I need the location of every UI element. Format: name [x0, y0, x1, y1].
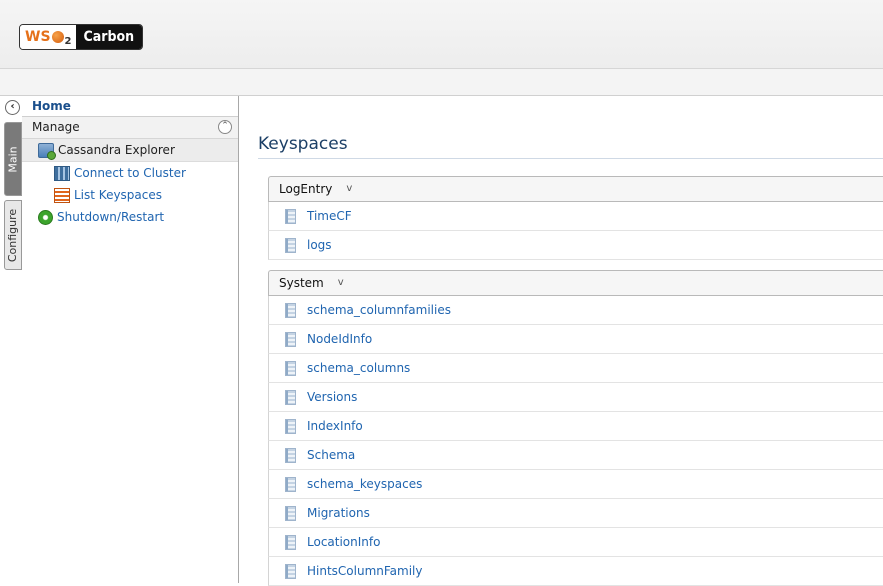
keyspace-header[interactable]: System v	[268, 270, 883, 296]
column-family-row[interactable]: Migrations	[268, 499, 883, 528]
table-icon	[285, 360, 296, 376]
column-family-row[interactable]: IndexInfo	[268, 412, 883, 441]
column-family-link[interactable]: schema_columnfamilies	[307, 303, 451, 317]
sidebar-item-label: Cassandra Explorer	[58, 143, 175, 157]
cassandra-explorer-icon	[38, 142, 56, 160]
sidebar-item-cassandra-explorer[interactable]: Cassandra Explorer	[22, 139, 238, 162]
tab-main[interactable]: Main	[4, 122, 22, 196]
column-family-link[interactable]: NodeIdInfo	[307, 332, 372, 346]
keyspace-name: System	[279, 276, 324, 290]
keyspace-panel: System v schema_columnfamilies NodeIdInf…	[268, 270, 883, 586]
vertical-tabs: ‹ Main Configure	[0, 96, 22, 583]
table-icon	[285, 237, 296, 253]
tab-configure[interactable]: Configure	[4, 200, 22, 270]
list-keyspaces-icon	[54, 187, 70, 203]
sidebar-item-label: List Keyspaces	[74, 188, 163, 202]
table-icon	[285, 505, 296, 521]
table-icon	[285, 331, 296, 347]
column-family-link[interactable]: IndexInfo	[307, 419, 363, 433]
sidebar-section-label: Manage	[32, 120, 80, 134]
table-icon	[285, 476, 296, 492]
table-icon	[285, 447, 296, 463]
column-family-row[interactable]: Versions	[268, 383, 883, 412]
sidebar-item-label: Connect to Cluster	[74, 166, 186, 180]
sidebar: Home Manage ⌃ Cassandra Explorer Connect…	[22, 96, 239, 583]
sidebar-item-connect-to-cluster[interactable]: Connect to Cluster	[22, 162, 238, 184]
shutdown-restart-icon	[38, 209, 53, 225]
column-family-row[interactable]: Schema	[268, 441, 883, 470]
header-strip	[0, 69, 883, 96]
column-family-row[interactable]: logs	[268, 231, 883, 260]
table-icon	[285, 389, 296, 405]
logo-product-name: Carbon	[75, 25, 143, 49]
column-family-link[interactable]: schema_keyspaces	[307, 477, 422, 491]
wso2-carbon-logo[interactable]: WS 2 Carbon	[19, 24, 144, 50]
table-icon	[285, 534, 296, 550]
column-family-link[interactable]: Migrations	[307, 506, 370, 520]
column-family-link[interactable]: Versions	[307, 390, 357, 404]
column-family-link[interactable]: HintsColumnFamily	[307, 564, 423, 578]
connect-cluster-icon	[54, 165, 70, 181]
column-family-link[interactable]: LocationInfo	[307, 535, 380, 549]
column-family-row[interactable]: schema_columnfamilies	[268, 296, 883, 325]
column-family-link[interactable]: Schema	[307, 448, 355, 462]
column-family-link[interactable]: TimeCF	[307, 209, 352, 223]
sidebar-section-manage: Manage ⌃	[22, 117, 238, 139]
table-icon	[285, 208, 296, 224]
keyspace-header[interactable]: LogEntry v	[268, 176, 883, 202]
column-family-row[interactable]: TimeCF	[268, 202, 883, 231]
logo-ball-icon	[51, 31, 64, 43]
page-title: Keyspaces	[258, 134, 883, 159]
tab-main-label: Main	[6, 145, 20, 173]
main-content: Keyspaces LogEntry v TimeCF logs System …	[239, 96, 883, 586]
column-family-link[interactable]: logs	[307, 238, 332, 252]
column-family-link[interactable]: schema_columns	[307, 361, 410, 375]
column-family-row[interactable]: HintsColumnFamily	[268, 557, 883, 586]
column-family-row[interactable]: schema_columns	[268, 354, 883, 383]
table-icon	[285, 302, 296, 318]
sidebar-item-shutdown-restart[interactable]: Shutdown/Restart	[22, 206, 238, 228]
sidebar-item-home[interactable]: Home	[22, 96, 238, 117]
table-icon	[285, 563, 296, 579]
chevron-down-icon[interactable]: v	[338, 271, 344, 295]
keyspace-name: LogEntry	[279, 182, 333, 196]
column-family-row[interactable]: LocationInfo	[268, 528, 883, 557]
chevron-down-icon[interactable]: v	[346, 177, 352, 201]
sidebar-item-label: Shutdown/Restart	[57, 210, 165, 224]
column-family-row[interactable]: NodeIdInfo	[268, 325, 883, 354]
collapse-menu-icon[interactable]: ‹	[5, 100, 20, 115]
tab-configure-label: Configure	[6, 208, 20, 262]
column-family-row[interactable]: schema_keyspaces	[268, 470, 883, 499]
header-bar: WS 2 Carbon	[0, 0, 883, 69]
sidebar-item-list-keyspaces[interactable]: List Keyspaces	[22, 184, 238, 206]
collapse-section-icon[interactable]: ⌃	[218, 120, 232, 134]
keyspace-panel: LogEntry v TimeCF logs	[268, 176, 883, 260]
table-icon	[285, 418, 296, 434]
